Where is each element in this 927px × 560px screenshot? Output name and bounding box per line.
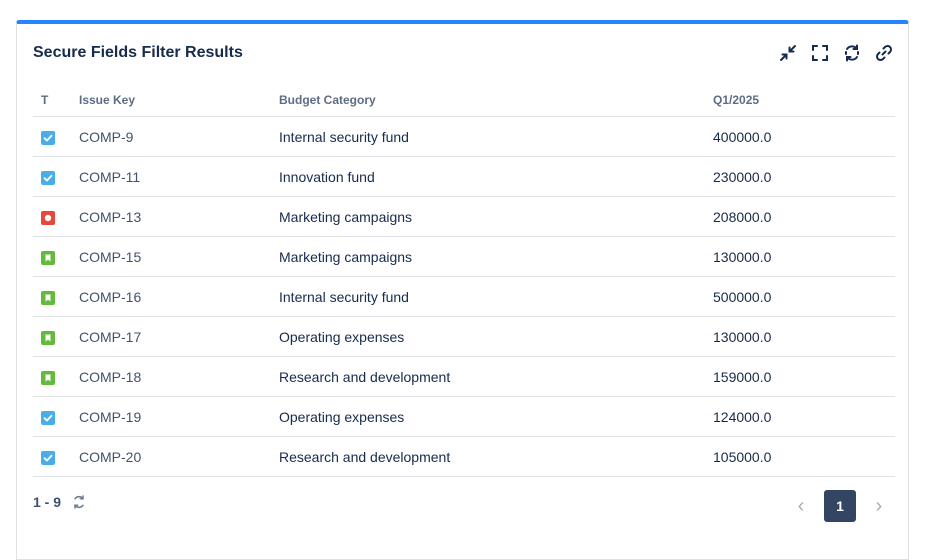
pagination: ‹ 1 ›	[788, 490, 892, 522]
q1-2025-cell: 400000.0	[713, 116, 895, 157]
table-row[interactable]: COMP-15 Marketing campaigns 130000.0	[33, 236, 895, 277]
q1-2025-cell: 230000.0	[713, 156, 895, 197]
gadget-title: Secure Fields Filter Results	[33, 44, 243, 61]
budget-category-cell: Operating expenses	[279, 316, 713, 357]
issue-type-cell	[33, 236, 79, 277]
q1-2025-cell: 500000.0	[713, 276, 895, 317]
task-type-icon	[41, 410, 55, 425]
issue-key-link[interactable]: COMP-20	[79, 436, 279, 477]
issue-key-link[interactable]: COMP-19	[79, 396, 279, 437]
bug-type-icon	[41, 210, 55, 225]
q1-2025-cell: 124000.0	[713, 396, 895, 437]
gadget-panel: Secure Fields Filter Results T Issue Key…	[16, 20, 909, 560]
story-type-icon	[41, 370, 55, 385]
story-type-icon	[41, 290, 55, 305]
table-body: COMP-9 Internal security fund 400000.0 COMP…	[33, 116, 895, 477]
table-row[interactable]: COMP-20 Research and development 105000.0	[33, 436, 895, 477]
issue-type-cell	[33, 396, 79, 437]
issue-type-cell	[33, 116, 79, 157]
issue-type-cell	[33, 436, 79, 477]
issue-key-link[interactable]: COMP-16	[79, 276, 279, 317]
chevron-left-icon[interactable]: ‹	[788, 490, 814, 522]
q1-2025-cell: 159000.0	[713, 356, 895, 397]
budget-category-cell: Internal security fund	[279, 116, 713, 157]
minimize-icon[interactable]	[777, 43, 798, 64]
issue-key-link[interactable]: COMP-18	[79, 356, 279, 397]
story-type-icon	[41, 330, 55, 345]
column-header-budget-category[interactable]: Budget Category	[279, 84, 713, 117]
budget-category-cell: Research and development	[279, 356, 713, 397]
result-count: 1 - 9	[33, 494, 87, 510]
issue-key-link[interactable]: COMP-11	[79, 156, 279, 197]
column-header-type[interactable]: T	[33, 84, 79, 117]
link-icon[interactable]	[873, 43, 894, 64]
story-type-icon	[41, 250, 55, 265]
q1-2025-cell: 105000.0	[713, 436, 895, 477]
gadget-actions	[777, 43, 894, 64]
result-count-label: 1 - 9	[33, 494, 62, 510]
table-row[interactable]: COMP-16 Internal security fund 500000.0	[33, 276, 895, 317]
refresh-icon[interactable]	[841, 43, 862, 64]
table-header-row: T Issue Key Budget Category Q1/2025	[33, 84, 895, 117]
fullscreen-icon[interactable]	[809, 43, 830, 64]
issue-type-cell	[33, 276, 79, 317]
budget-category-cell: Research and development	[279, 436, 713, 477]
column-header-issue-key[interactable]: Issue Key	[79, 84, 279, 117]
budget-category-cell: Operating expenses	[279, 396, 713, 437]
task-type-icon	[41, 170, 55, 185]
budget-category-cell: Marketing campaigns	[279, 236, 713, 277]
issue-type-cell	[33, 196, 79, 237]
page-button-current[interactable]: 1	[824, 490, 856, 522]
q1-2025-cell: 208000.0	[713, 196, 895, 237]
table-row[interactable]: COMP-11 Innovation fund 230000.0	[33, 156, 895, 197]
issue-type-cell	[33, 316, 79, 357]
chevron-right-icon[interactable]: ›	[866, 490, 892, 522]
budget-category-cell: Marketing campaigns	[279, 196, 713, 237]
table-row[interactable]: COMP-9 Internal security fund 400000.0	[33, 116, 895, 157]
q1-2025-cell: 130000.0	[713, 316, 895, 357]
q1-2025-cell: 130000.0	[713, 236, 895, 277]
task-type-icon	[41, 130, 55, 145]
budget-category-cell: Internal security fund	[279, 276, 713, 317]
gadget-header: Secure Fields Filter Results	[33, 40, 894, 66]
issue-type-cell	[33, 156, 79, 197]
table-row[interactable]: COMP-13 Marketing campaigns 208000.0	[33, 196, 895, 237]
budget-category-cell: Innovation fund	[279, 156, 713, 197]
issue-key-link[interactable]: COMP-9	[79, 116, 279, 157]
issue-key-link[interactable]: COMP-13	[79, 196, 279, 237]
table-row[interactable]: COMP-17 Operating expenses 130000.0	[33, 316, 895, 357]
issue-key-link[interactable]: COMP-17	[79, 316, 279, 357]
results-table: T Issue Key Budget Category Q1/2025 COMP…	[33, 84, 895, 477]
table-row[interactable]: COMP-18 Research and development 159000.0	[33, 356, 895, 397]
task-type-icon	[41, 450, 55, 465]
gadget-footer: 1 - 9 ‹ 1 ›	[33, 490, 892, 530]
table-row[interactable]: COMP-19 Operating expenses 124000.0	[33, 396, 895, 437]
issue-key-link[interactable]: COMP-15	[79, 236, 279, 277]
issue-type-cell	[33, 356, 79, 397]
column-header-q1-2025[interactable]: Q1/2025	[713, 84, 895, 117]
refresh-icon[interactable]	[71, 494, 87, 510]
